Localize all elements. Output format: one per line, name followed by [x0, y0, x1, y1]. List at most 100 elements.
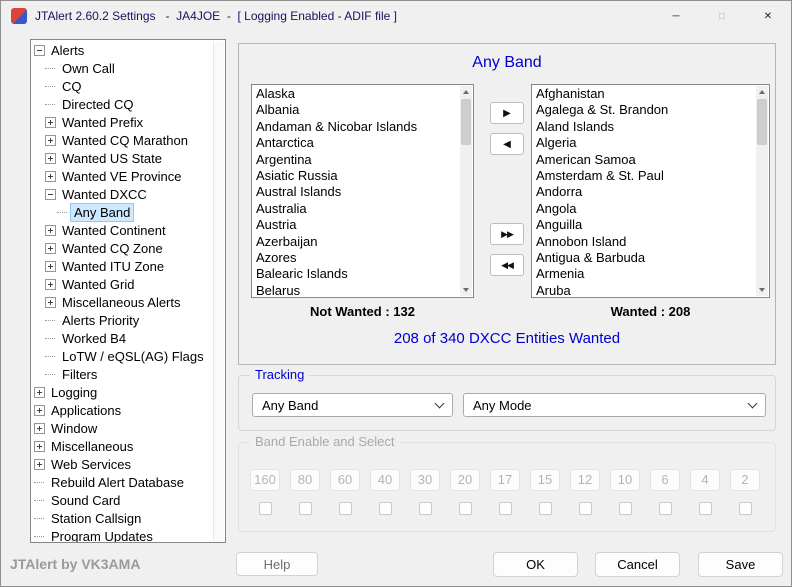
- band-checkbox[interactable]: [458, 502, 472, 515]
- list-item[interactable]: Aruba: [532, 283, 756, 296]
- tree-item[interactable]: Wanted VE Province: [31, 167, 213, 185]
- tree-expander-icon[interactable]: [45, 333, 56, 344]
- tree-item[interactable]: Wanted Continent: [31, 221, 213, 239]
- band-checkbox[interactable]: [698, 502, 712, 515]
- band-checkbox[interactable]: [738, 502, 752, 515]
- list-item[interactable]: Agalega & St. Brandon: [532, 102, 756, 118]
- band-checkbox[interactable]: [618, 502, 632, 515]
- band-checkbox[interactable]: [538, 502, 552, 515]
- tree-item[interactable]: Logging: [31, 383, 213, 401]
- list-item[interactable]: American Samoa: [532, 152, 756, 168]
- scroll-up-icon[interactable]: [756, 86, 768, 98]
- band-button[interactable]: 15: [530, 469, 560, 491]
- list-item[interactable]: Albania: [252, 102, 460, 118]
- tree-item[interactable]: Wanted CQ Zone: [31, 239, 213, 257]
- band-button[interactable]: 160: [250, 469, 280, 491]
- tree-expander-icon[interactable]: [45, 116, 56, 128]
- tree-expander-icon[interactable]: [45, 224, 56, 236]
- list-item[interactable]: Armenia: [532, 266, 756, 282]
- band-button[interactable]: 60: [330, 469, 360, 491]
- scroll-thumb[interactable]: [757, 99, 767, 145]
- tree-item[interactable]: Wanted CQ Marathon: [31, 131, 213, 149]
- move-all-left-button[interactable]: ◀◀: [490, 254, 524, 276]
- tree-expander-icon[interactable]: [57, 207, 68, 218]
- band-checkbox[interactable]: [298, 502, 312, 515]
- tree-item[interactable]: Alerts Priority: [31, 311, 213, 329]
- list-item[interactable]: Afghanistan: [532, 86, 756, 102]
- band-button[interactable]: 20: [450, 469, 480, 491]
- scroll-down-icon[interactable]: [460, 284, 472, 296]
- list-item[interactable]: Amsterdam & St. Paul: [532, 168, 756, 184]
- list-item[interactable]: Antigua & Barbuda: [532, 250, 756, 266]
- band-checkbox[interactable]: [578, 502, 592, 515]
- band-button[interactable]: 2: [730, 469, 760, 491]
- tree-expander-icon[interactable]: [45, 351, 56, 362]
- band-button[interactable]: 30: [410, 469, 440, 491]
- band-button[interactable]: 17: [490, 469, 520, 491]
- tree-expander-icon[interactable]: [45, 152, 56, 164]
- tree-item[interactable]: CQ: [31, 77, 213, 95]
- tree-item[interactable]: Wanted US State: [31, 149, 213, 167]
- tree-item[interactable]: Wanted Prefix: [31, 113, 213, 131]
- tree-scrollbar[interactable]: [213, 41, 224, 541]
- band-button[interactable]: 40: [370, 469, 400, 491]
- close-button[interactable]: ✕: [745, 1, 791, 31]
- not-wanted-scrollbar[interactable]: [460, 86, 472, 296]
- tree-item[interactable]: Directed CQ: [31, 95, 213, 113]
- tree-item[interactable]: Filters: [31, 365, 213, 383]
- list-item[interactable]: Belarus: [252, 283, 460, 296]
- tree-expander-icon[interactable]: [45, 99, 56, 110]
- band-button[interactable]: 12: [570, 469, 600, 491]
- tree-item[interactable]: Window: [31, 419, 213, 437]
- wanted-scrollbar[interactable]: [756, 86, 768, 296]
- tree-expander-icon[interactable]: [34, 422, 45, 434]
- cancel-button[interactable]: Cancel: [595, 552, 680, 577]
- move-left-button[interactable]: ◀: [490, 133, 524, 155]
- list-item[interactable]: Australia: [252, 201, 460, 217]
- tree-item[interactable]: Applications: [31, 401, 213, 419]
- list-item[interactable]: Antarctica: [252, 135, 460, 151]
- tree-expander-icon[interactable]: [45, 188, 56, 200]
- tree-expander-icon[interactable]: [34, 44, 45, 56]
- tree-item[interactable]: Sound Card: [31, 491, 213, 509]
- tracking-band-select[interactable]: Any Band: [252, 393, 453, 417]
- tree-item[interactable]: Own Call: [31, 59, 213, 77]
- list-item[interactable]: Andaman & Nicobar Islands: [252, 119, 460, 135]
- tree-item[interactable]: Rebuild Alert Database: [31, 473, 213, 491]
- tree-item[interactable]: Wanted DXCC: [31, 185, 213, 203]
- list-item[interactable]: Aland Islands: [532, 119, 756, 135]
- tree-expander-icon[interactable]: [34, 531, 45, 542]
- list-item[interactable]: Alaska: [252, 86, 460, 102]
- move-all-right-button[interactable]: ▶▶: [490, 223, 524, 245]
- tree-expander-icon[interactable]: [45, 81, 56, 92]
- tree-expander-icon[interactable]: [34, 404, 45, 416]
- tree-item[interactable]: Worked B4: [31, 329, 213, 347]
- list-item[interactable]: Austral Islands: [252, 184, 460, 200]
- band-checkbox[interactable]: [258, 502, 272, 515]
- scroll-down-icon[interactable]: [756, 284, 768, 296]
- tree-expander-icon[interactable]: [34, 477, 45, 488]
- list-item[interactable]: Andorra: [532, 184, 756, 200]
- tree-expander-icon[interactable]: [45, 315, 56, 326]
- ok-button[interactable]: OK: [493, 552, 578, 577]
- band-checkbox[interactable]: [378, 502, 392, 515]
- move-right-button[interactable]: ▶: [490, 102, 524, 124]
- tree-expander-icon[interactable]: [45, 278, 56, 290]
- band-button[interactable]: 80: [290, 469, 320, 491]
- tree-item[interactable]: Station Callsign: [31, 509, 213, 527]
- tree-expander-icon[interactable]: [45, 296, 56, 308]
- tree-item[interactable]: Web Services: [31, 455, 213, 473]
- band-checkbox[interactable]: [658, 502, 672, 515]
- tree-expander-icon[interactable]: [45, 260, 56, 272]
- band-button[interactable]: 10: [610, 469, 640, 491]
- list-item[interactable]: Austria: [252, 217, 460, 233]
- tree-expander-icon[interactable]: [45, 170, 56, 182]
- list-item[interactable]: Azores: [252, 250, 460, 266]
- tree-item[interactable]: Program Updates: [31, 527, 213, 542]
- tree-expander-icon[interactable]: [34, 495, 45, 506]
- list-item[interactable]: Argentina: [252, 152, 460, 168]
- list-item[interactable]: Anguilla: [532, 217, 756, 233]
- tree-expander-icon[interactable]: [34, 513, 45, 524]
- tree-item[interactable]: Wanted ITU Zone: [31, 257, 213, 275]
- scroll-up-icon[interactable]: [460, 86, 472, 98]
